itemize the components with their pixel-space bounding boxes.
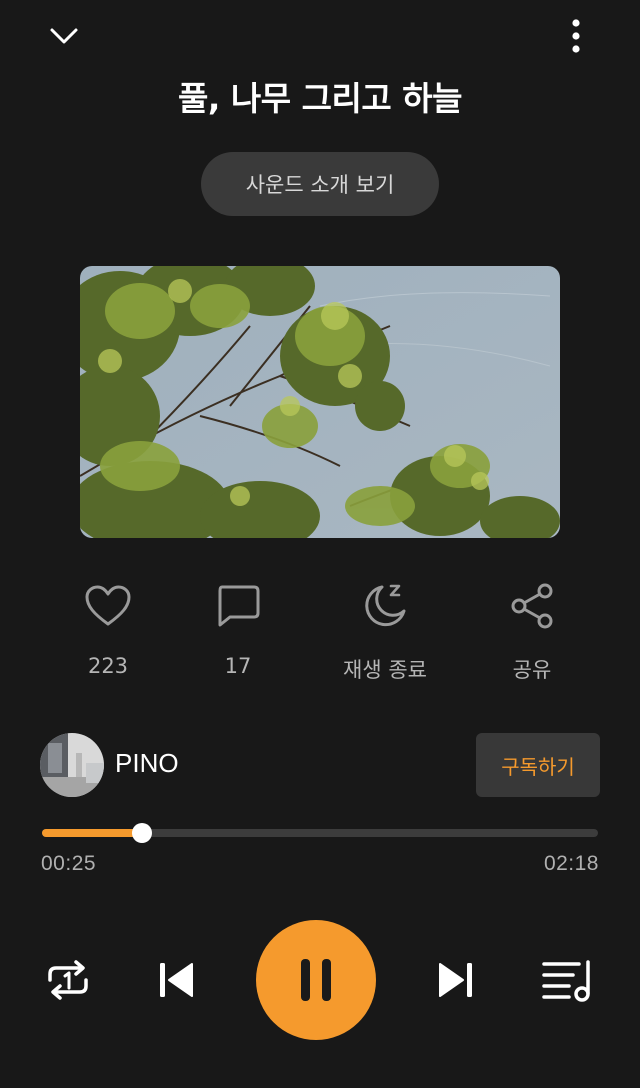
- next-track-button[interactable]: [426, 950, 486, 1010]
- pause-button[interactable]: [256, 920, 376, 1040]
- collapse-button[interactable]: [40, 14, 88, 58]
- sound-intro-button[interactable]: 사운드 소개 보기: [201, 152, 439, 216]
- repeat-one-icon: [48, 960, 88, 1000]
- comment-icon: [218, 585, 260, 627]
- track-title: 풀, 나무 그리고 하늘: [178, 79, 462, 118]
- comment-count: 17: [224, 654, 252, 678]
- heart-icon: [85, 585, 131, 626]
- share-action[interactable]: 공유: [472, 580, 592, 684]
- share-icon: [511, 583, 553, 629]
- current-time: 00:25: [41, 852, 97, 875]
- more-options-button[interactable]: [554, 14, 598, 58]
- playlist-button[interactable]: [536, 950, 600, 1010]
- share-label: 공유: [512, 658, 552, 682]
- chevron-down-icon: [50, 28, 78, 44]
- progress-bar[interactable]: [42, 823, 598, 843]
- avatar[interactable]: [40, 733, 104, 797]
- pause-icon: [301, 959, 331, 1001]
- like-action[interactable]: 223: [48, 580, 168, 678]
- like-count: 223: [87, 654, 129, 678]
- next-track-icon: [439, 963, 472, 997]
- playlist-icon: [542, 960, 590, 1002]
- previous-track-icon: [160, 963, 193, 997]
- subscribe-button[interactable]: 구독하기: [476, 733, 600, 797]
- progress-thumb[interactable]: [132, 823, 153, 843]
- more-vertical-icon: [572, 19, 580, 53]
- repeat-button[interactable]: [38, 950, 98, 1010]
- comment-action[interactable]: 17: [178, 580, 298, 678]
- progress-fill: [42, 829, 143, 837]
- sleep-timer-action[interactable]: 재생 종료: [325, 580, 445, 684]
- total-time: 02:18: [543, 852, 599, 875]
- sleep-timer-icon: [365, 584, 406, 627]
- artist-name[interactable]: PINO: [115, 748, 179, 779]
- previous-track-button[interactable]: [146, 950, 206, 1010]
- sleep-timer-label: 재생 종료: [343, 658, 427, 682]
- cover-image: [80, 266, 560, 538]
